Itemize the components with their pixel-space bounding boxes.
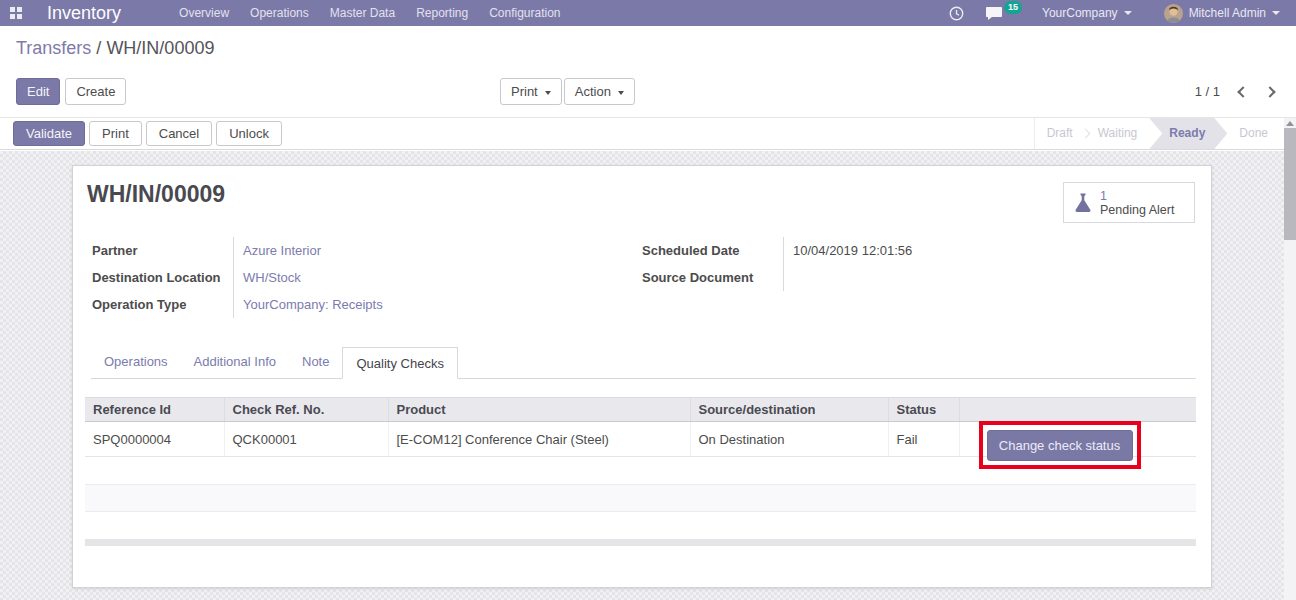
field-operation-type-value[interactable]: YourCompany: Receipts <box>233 291 612 318</box>
field-operation-type-label: Operation Type <box>92 291 233 318</box>
scrollbar-thumb[interactable] <box>1284 128 1296 240</box>
menu-overview[interactable]: Overview <box>179 6 229 20</box>
print-button[interactable]: Print <box>89 121 142 146</box>
field-destination-location-label: Destination Location <box>92 264 233 291</box>
pending-alert-stat-button[interactable]: 1 Pending Alert <box>1063 182 1195 223</box>
chevron-down-icon <box>1124 11 1132 19</box>
print-dropdown-button[interactable]: Print <box>500 78 562 105</box>
status-step-ready[interactable]: Ready <box>1149 118 1227 149</box>
pending-alert-label: Pending Alert <box>1100 203 1174 217</box>
column-header-actions <box>959 398 1196 422</box>
empty-table-row <box>85 485 1196 512</box>
table-row[interactable]: SPQ0000004 QCK00001 [E-COM12] Conference… <box>85 422 1196 457</box>
breadcrumb-separator: / <box>91 38 106 58</box>
form-statusbar: Validate Print Cancel Unlock Draft Waiti… <box>0 118 1284 150</box>
column-header-product[interactable]: Product <box>388 398 690 422</box>
pager: 1 / 1 <box>1195 78 1274 105</box>
unlock-button[interactable]: Unlock <box>216 121 282 146</box>
avatar <box>1164 4 1183 23</box>
table-header-row: Reference Id Check Ref. No. Product Sour… <box>85 398 1196 422</box>
flask-icon <box>1075 193 1091 212</box>
apps-menu-icon[interactable] <box>10 7 22 19</box>
status-step-draft[interactable]: Draft <box>1035 118 1085 149</box>
cell-product: [E-COM12] Conference Chair (Steel) <box>388 422 690 457</box>
pager-next-icon[interactable] <box>1264 86 1275 97</box>
field-destination-location-value[interactable]: WH/Stock <box>233 264 612 291</box>
chevron-down-icon <box>1272 11 1280 19</box>
control-panel: Transfers / WH/IN/00009 Edit Create Prin… <box>0 26 1296 118</box>
menu-reporting[interactable]: Reporting <box>416 6 468 20</box>
cell-check-ref-no: QCK00001 <box>224 422 388 457</box>
column-header-check-ref-no[interactable]: Check Ref. No. <box>224 398 388 422</box>
breadcrumb-current: WH/IN/00009 <box>106 38 214 58</box>
cell-status: Fail <box>888 422 959 457</box>
action-dropdown-button[interactable]: Action <box>564 78 635 105</box>
table-horizontal-scrollbar[interactable] <box>85 539 1196 546</box>
messages-icon[interactable]: 15 <box>985 6 1003 21</box>
menu-operations[interactable]: Operations <box>250 6 309 20</box>
create-button[interactable]: Create <box>65 78 126 105</box>
change-check-status-button[interactable]: Change check status <box>987 430 1133 461</box>
pager-value: 1 / 1 <box>1195 84 1220 99</box>
status-pipeline: Draft Waiting Ready Done <box>1034 118 1284 149</box>
chevron-down-icon <box>545 91 551 98</box>
top-navbar: Inventory Overview Operations Master Dat… <box>0 0 1296 26</box>
field-scheduled-date-value: 10/04/2019 12:01:56 <box>783 237 1181 264</box>
column-header-status[interactable]: Status <box>888 398 959 422</box>
cell-reference-id: SPQ0000004 <box>85 422 224 457</box>
quality-checks-table: Reference Id Check Ref. No. Product Sour… <box>85 397 1196 546</box>
pending-alert-count: 1 <box>1100 189 1174 203</box>
status-step-done[interactable]: Done <box>1227 118 1280 149</box>
activities-clock-icon[interactable] <box>949 6 964 21</box>
messages-count-badge: 15 <box>1004 1 1022 14</box>
pager-previous-icon[interactable] <box>1237 86 1248 97</box>
form-view-background: WH/IN/00009 1 Pending Alert Partner Azur… <box>0 151 1284 600</box>
field-groups: Partner Azure Interior Destination Locat… <box>73 237 1211 318</box>
status-step-waiting[interactable]: Waiting <box>1086 118 1150 149</box>
tab-note[interactable]: Note <box>289 346 342 378</box>
vertical-scrollbar[interactable] <box>1284 118 1296 600</box>
field-operation-type: Operation Type YourCompany: Receipts <box>92 291 642 318</box>
tab-additional-info[interactable]: Additional Info <box>181 346 289 378</box>
tab-operations[interactable]: Operations <box>91 346 181 378</box>
cancel-button[interactable]: Cancel <box>146 121 212 146</box>
field-source-document-label: Source Document <box>642 264 783 291</box>
breadcrumb: Transfers / WH/IN/00009 <box>16 36 1296 60</box>
edit-button[interactable]: Edit <box>16 78 60 105</box>
record-title: WH/IN/00009 <box>87 181 1211 207</box>
field-scheduled-date-label: Scheduled Date <box>642 237 783 264</box>
empty-table-row <box>85 512 1196 539</box>
field-partner-label: Partner <box>92 237 233 264</box>
field-destination-location: Destination Location WH/Stock <box>92 264 642 291</box>
column-header-source-destination[interactable]: Source/destination <box>690 398 888 422</box>
cell-actions: Change check status <box>959 422 1196 457</box>
field-partner: Partner Azure Interior <box>92 237 642 264</box>
breadcrumb-transfers-link[interactable]: Transfers <box>16 38 91 58</box>
annotation-highlight-box: Change check status <box>979 421 1141 469</box>
validate-button[interactable]: Validate <box>13 121 85 146</box>
menu-configuration[interactable]: Configuration <box>489 6 560 20</box>
notebook-tabs: Operations Additional Info Note Quality … <box>91 346 1196 379</box>
company-menu[interactable]: YourCompany <box>1042 6 1132 20</box>
scrollbar-up-arrow-icon[interactable] <box>1286 121 1294 126</box>
tab-quality-checks[interactable]: Quality Checks <box>342 347 457 379</box>
app-title[interactable]: Inventory <box>47 3 121 24</box>
menu-master-data[interactable]: Master Data <box>330 6 395 20</box>
field-scheduled-date: Scheduled Date 10/04/2019 12:01:56 <box>642 237 1211 264</box>
form-sheet: WH/IN/00009 1 Pending Alert Partner Azur… <box>72 165 1212 588</box>
chevron-down-icon <box>618 91 624 98</box>
field-partner-value[interactable]: Azure Interior <box>233 237 612 264</box>
user-menu[interactable]: Mitchell Admin <box>1164 4 1280 23</box>
column-header-reference-id[interactable]: Reference Id <box>85 398 224 422</box>
field-source-document-value <box>783 264 1181 291</box>
field-source-document: Source Document <box>642 264 1211 291</box>
cell-source-destination: On Destination <box>690 422 888 457</box>
